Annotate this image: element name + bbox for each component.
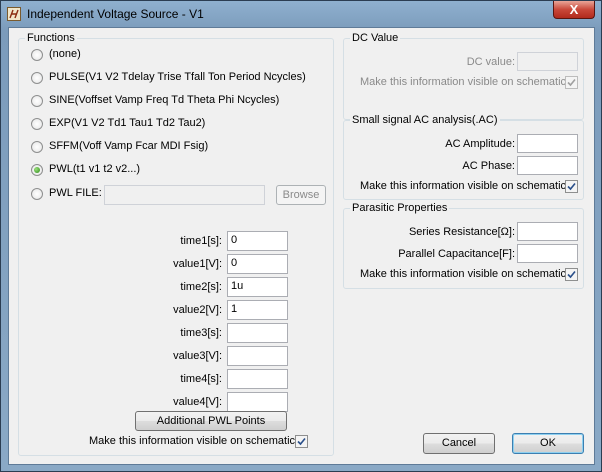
ltspice-app-icon bbox=[7, 7, 21, 21]
browse-button[interactable]: Browse bbox=[276, 185, 326, 205]
dialog-window: Independent Voltage Source - V1 X Functi… bbox=[0, 0, 602, 472]
checkmark-icon bbox=[297, 437, 306, 446]
parallel-capacitance-label: Parallel Capacitance[F]: bbox=[398, 248, 515, 260]
dialog-client: Functions (none) PULSE(V1 V2 Tdelay Tris… bbox=[8, 27, 595, 465]
dc-visible-checkbox[interactable] bbox=[565, 76, 578, 89]
radio-button[interactable] bbox=[31, 72, 43, 84]
radio-label: PWL FILE: bbox=[49, 187, 102, 199]
ac-amplitude-input[interactable] bbox=[517, 134, 578, 153]
ac-amplitude-label: AC Amplitude: bbox=[445, 138, 515, 150]
radio-button[interactable] bbox=[31, 141, 43, 153]
time1-input[interactable]: 0 bbox=[227, 231, 288, 251]
functions-visible-label: Make this information visible on schemat… bbox=[89, 435, 299, 447]
dc-value-label: DC value: bbox=[466, 56, 515, 68]
parasitic-group-title: Parasitic Properties bbox=[350, 202, 450, 214]
radio-label: SINE(Voffset Vamp Freq Td Theta Phi Ncyc… bbox=[49, 94, 280, 106]
dc-value-input[interactable] bbox=[517, 52, 578, 71]
parasitic-visible-checkbox[interactable] bbox=[565, 268, 578, 281]
value1-label: value1[V]: bbox=[173, 258, 222, 270]
time2-label: time2[s]: bbox=[180, 281, 222, 293]
ac-visible-checkbox[interactable] bbox=[565, 180, 578, 193]
time2-input[interactable]: 1u bbox=[227, 277, 288, 297]
close-icon: X bbox=[569, 2, 579, 17]
parasitic-visible-label: Make this information visible on schemat… bbox=[360, 268, 570, 280]
value1-input[interactable]: 0 bbox=[227, 254, 288, 274]
ac-phase-input[interactable] bbox=[517, 156, 578, 175]
dc-value-group: DC Value DC value: Make this information… bbox=[343, 32, 584, 120]
pwl-file-input[interactable] bbox=[104, 185, 265, 205]
time3-label: time3[s]: bbox=[180, 327, 222, 339]
value3-input[interactable] bbox=[227, 346, 288, 366]
checkmark-icon bbox=[567, 270, 576, 279]
radio-button[interactable] bbox=[31, 49, 43, 61]
functions-group: Functions (none) PULSE(V1 V2 Tdelay Tris… bbox=[18, 32, 334, 456]
value2-label: value2[V]: bbox=[173, 304, 222, 316]
close-button[interactable]: X bbox=[553, 1, 595, 19]
title-bar[interactable]: Independent Voltage Source - V1 X bbox=[1, 1, 601, 27]
time4-label: time4[s]: bbox=[180, 373, 222, 385]
additional-pwl-points-button[interactable]: Additional PWL Points bbox=[135, 411, 287, 431]
ok-button[interactable]: OK bbox=[512, 433, 584, 454]
series-resistance-label: Series Resistance[Ω]: bbox=[408, 226, 515, 238]
dc-visible-label: Make this information visible on schemat… bbox=[360, 76, 570, 88]
value4-input[interactable] bbox=[227, 392, 288, 412]
value2-input[interactable]: 1 bbox=[227, 300, 288, 320]
checkmark-icon bbox=[567, 78, 576, 87]
radio-label: PWL(t1 v1 t2 v2...) bbox=[49, 163, 141, 175]
functions-group-title: Functions bbox=[25, 32, 77, 44]
value3-label: value3[V]: bbox=[173, 350, 222, 362]
parasitic-properties-group: Parasitic Properties Series Resistance[Ω… bbox=[343, 202, 584, 289]
radio-label: (none) bbox=[49, 48, 81, 60]
ac-analysis-group: Small signal AC analysis(.AC) AC Amplitu… bbox=[343, 114, 584, 200]
ac-group-title: Small signal AC analysis(.AC) bbox=[350, 114, 500, 126]
value4-label: value4[V]: bbox=[173, 396, 222, 408]
time1-label: time1[s]: bbox=[180, 235, 222, 247]
radio-button-selected[interactable] bbox=[31, 164, 43, 176]
checkmark-icon bbox=[567, 182, 576, 191]
window-title: Independent Voltage Source - V1 bbox=[27, 7, 204, 21]
dc-group-title: DC Value bbox=[350, 32, 401, 44]
time3-input[interactable] bbox=[227, 323, 288, 343]
radio-button[interactable] bbox=[31, 188, 43, 200]
time4-input[interactable] bbox=[227, 369, 288, 389]
ac-phase-label: AC Phase: bbox=[462, 160, 515, 172]
functions-visible-checkbox[interactable] bbox=[295, 435, 308, 448]
parallel-capacitance-input[interactable] bbox=[517, 244, 578, 263]
radio-button[interactable] bbox=[31, 118, 43, 130]
radio-label: EXP(V1 V2 Td1 Tau1 Td2 Tau2) bbox=[49, 117, 206, 129]
series-resistance-input[interactable] bbox=[517, 222, 578, 241]
radio-label: SFFM(Voff Vamp Fcar MDI Fsig) bbox=[49, 140, 209, 152]
radio-label: PULSE(V1 V2 Tdelay Trise Tfall Ton Perio… bbox=[49, 71, 306, 83]
ac-visible-label: Make this information visible on schemat… bbox=[360, 180, 570, 192]
cancel-button[interactable]: Cancel bbox=[423, 433, 495, 454]
radio-button[interactable] bbox=[31, 95, 43, 107]
